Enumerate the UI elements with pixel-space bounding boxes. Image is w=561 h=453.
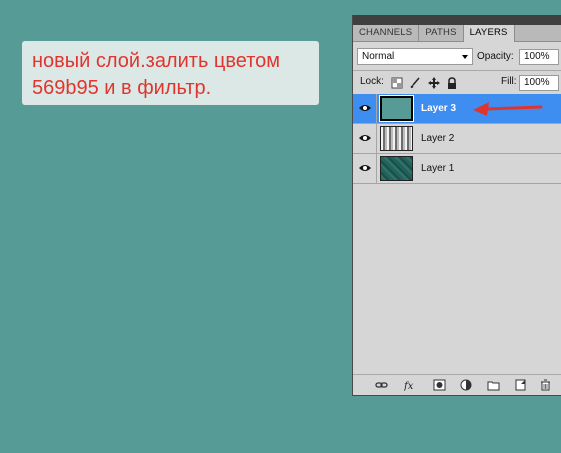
panel-tabs: CHANNELS PATHS LAYERS [353,25,561,42]
opacity-field[interactable]: 100% [519,49,559,65]
fill-field[interactable]: 100% [519,75,559,91]
blend-row: Normal Opacity: 100% [353,47,561,67]
layers-panel: CHANNELS PATHS LAYERS Normal Opacity: 10… [352,15,561,396]
visibility-toggle[interactable] [353,154,377,183]
lock-transparency-icon[interactable] [391,77,403,89]
link-layers-icon[interactable] [375,379,388,391]
lock-position-move-icon[interactable] [428,77,440,89]
visibility-toggle[interactable] [353,94,377,123]
chevron-down-icon [462,55,468,59]
lock-row: Lock: Fill: 100% [353,70,561,95]
layer-row-layer-2[interactable]: Layer 2 [353,124,561,154]
fill-label: Fill: [501,76,517,87]
annotation-note: новый слой.залить цветом 569b95 и в филь… [22,41,319,105]
new-group-folder-icon[interactable] [487,379,500,391]
svg-text:fx: fx [404,381,414,391]
layer-row-layer-1[interactable]: Layer 1 [353,154,561,184]
layer-name[interactable]: Layer 2 [421,133,454,144]
new-layer-icon[interactable] [514,379,527,391]
blend-mode-select[interactable]: Normal [357,48,473,65]
delete-layer-trash-icon[interactable] [539,379,552,391]
layer-row-layer-3[interactable]: Layer 3 [353,94,561,124]
layer-style-fx-icon[interactable]: fx [404,379,417,391]
tab-layers[interactable]: LAYERS [463,25,515,42]
layer-3-thumbnail [379,95,414,122]
layer-1-thumbnail [380,156,413,181]
blend-mode-value: Normal [362,51,395,62]
add-mask-icon[interactable] [433,379,446,391]
tab-paths[interactable]: PATHS [419,25,464,41]
lock-label: Lock: [360,76,384,87]
layer-name[interactable]: Layer 3 [421,103,456,114]
red-arrow-annotation [473,102,543,116]
panel-title-bar[interactable] [353,15,561,25]
eye-icon [359,105,371,111]
annotation-line-2: 569b95 и в фильтр. [32,77,212,99]
adjustment-layer-icon[interactable] [460,379,473,391]
tab-channels[interactable]: CHANNELS [353,25,420,41]
opacity-label: Opacity: [477,51,514,62]
annotation-line-1: новый слой.залить цветом [32,50,281,72]
eye-icon [359,165,371,171]
layer-name[interactable]: Layer 1 [421,163,454,174]
lock-pixels-brush-icon[interactable] [409,77,421,89]
lock-all-icon[interactable] [446,77,458,89]
layer-2-thumbnail [380,126,413,151]
layers-list: Layer 3 Layer 2 Layer 1 [353,94,561,184]
visibility-toggle[interactable] [353,124,377,153]
eye-icon [359,135,371,141]
panel-bottom-toolbar: fx [353,374,561,395]
